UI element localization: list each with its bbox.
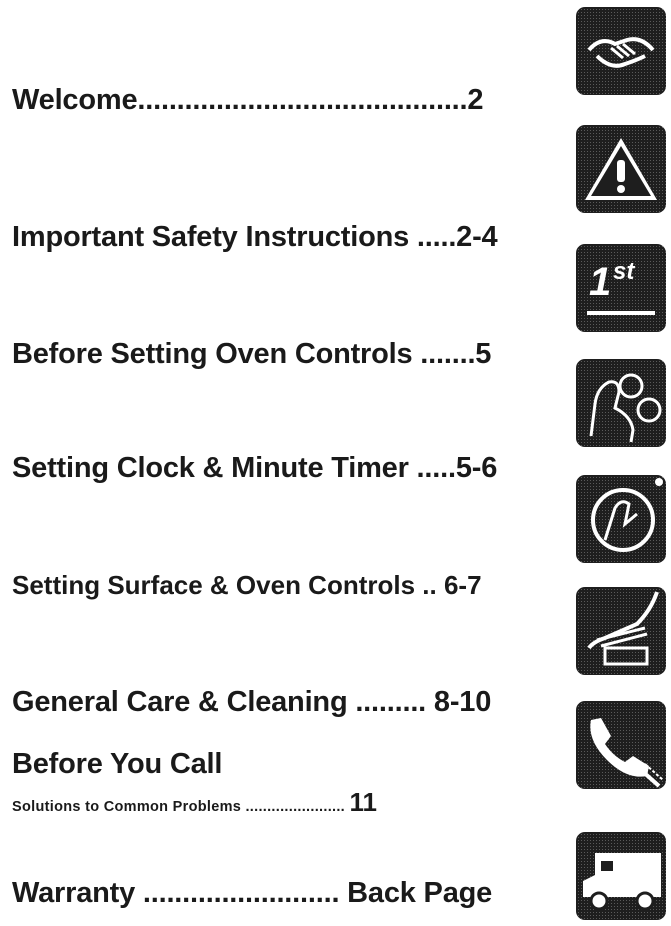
toc-entry-call-title: Before You Call xyxy=(12,748,223,780)
warning-icon xyxy=(575,124,667,214)
toc-entry-before-setting: Before Setting Oven Controls .......5 xyxy=(12,338,492,370)
svg-text:st: st xyxy=(613,258,635,285)
toc-entry-call-page: 11 xyxy=(349,787,377,817)
toc-entry-warranty: Warranty ......................... Back … xyxy=(12,877,493,909)
first-icon: 1 st xyxy=(575,243,667,333)
toc-entry-safety: Important Safety Instructions .....2-4 xyxy=(12,221,498,253)
handshake-icon xyxy=(575,6,667,96)
toc-entry-call-subline: Solutions to Common Problems ...........… xyxy=(12,787,377,818)
hand-pressing-buttons-icon xyxy=(575,358,667,448)
svg-text:1: 1 xyxy=(589,260,611,304)
hand-cleaning-icon xyxy=(575,586,667,676)
toc-entry-care: General Care & Cleaning ......... 8-10 xyxy=(12,686,492,718)
toc-entry-call-description: Solutions to Common Problems ...........… xyxy=(12,799,346,815)
rv-truck-icon xyxy=(575,831,667,921)
toc-entry-surface: Setting Surface & Oven Controls .. 6-7 xyxy=(12,570,482,600)
toc-entry-clock: Setting Clock & Minute Timer .....5-6 xyxy=(12,452,498,484)
toc-entry-welcome: Welcome.................................… xyxy=(12,84,484,116)
telephone-icon xyxy=(575,700,667,790)
hand-turning-knob-icon xyxy=(575,474,667,564)
